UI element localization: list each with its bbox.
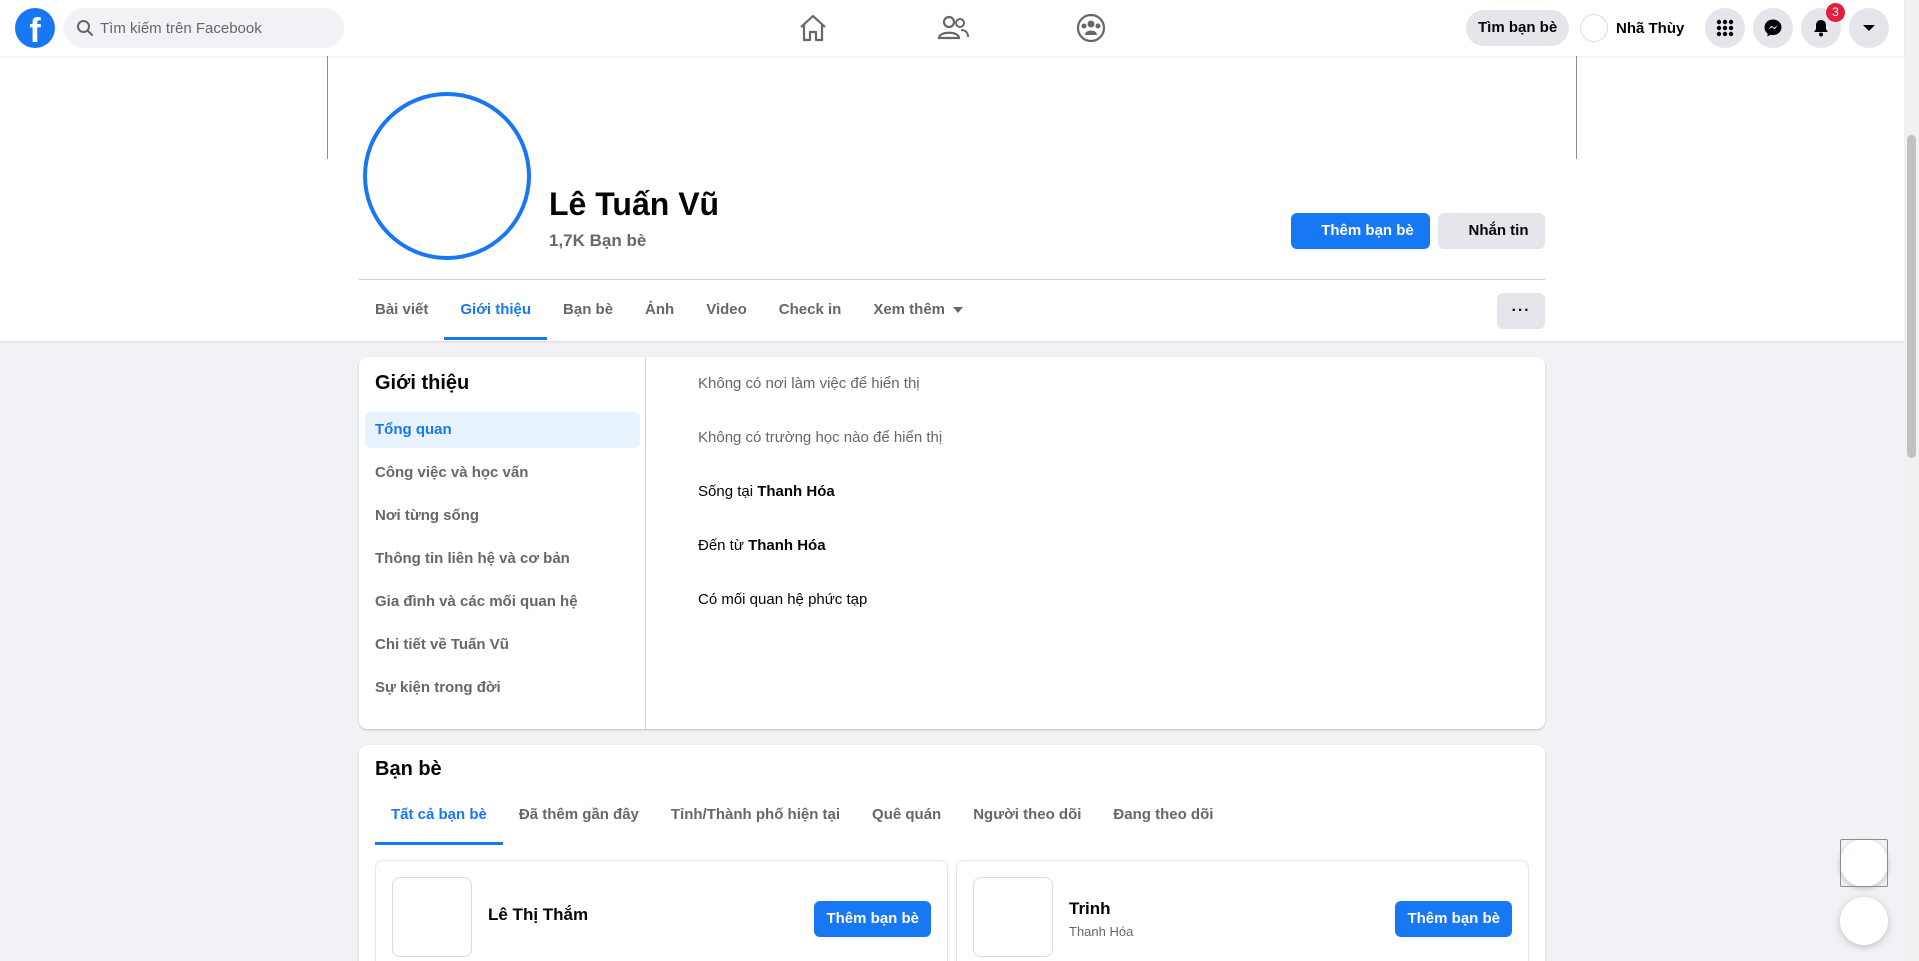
friend-location: Thanh Hóa [1069, 924, 1134, 939]
friends-tabs: Tất cả bạn bè Đã thêm gần đây Tỉnh/Thành… [375, 789, 1229, 849]
lives-in-place[interactable]: Thanh Hóa [757, 483, 835, 500]
tab-photos[interactable]: Ảnh [629, 280, 690, 340]
search-icon [77, 20, 93, 36]
about-item-overview[interactable]: Tổng quan [365, 412, 640, 448]
bell-icon [1814, 20, 1828, 37]
notifications-button[interactable]: 3 [1801, 3, 1845, 48]
chat-head[interactable] [1840, 839, 1888, 887]
about-card: Giới thiệu Tổng quan Công việc và học vấ… [359, 357, 1545, 729]
friend-photo[interactable] [392, 877, 472, 957]
user-name: Nhã Thùy [1616, 19, 1685, 37]
chevron-down-icon [1863, 25, 1875, 31]
from-place[interactable]: Thanh Hóa [748, 537, 826, 554]
more-options-button[interactable]: ··· [1497, 293, 1545, 329]
lives-in-row: Sống tại Thanh Hóa [698, 483, 835, 500]
tab-posts[interactable]: Bài viết [359, 280, 444, 340]
tab-current-city[interactable]: Tỉnh/Thành phố hiện tại [655, 789, 856, 849]
friend-count[interactable]: 1,7K Bạn bè [549, 231, 646, 251]
caret-down-icon [953, 307, 964, 313]
new-message-button[interactable] [1840, 897, 1888, 945]
broken-image-icon [1840, 839, 1888, 887]
about-item-contact-basic[interactable]: Thông tin liên hệ và cơ bản [365, 541, 640, 577]
tab-hometown[interactable]: Quê quán [856, 789, 957, 849]
find-friends-button[interactable]: Tìm bạn bè [1466, 10, 1570, 46]
tab-see-more[interactable]: Xem thêm [857, 280, 979, 340]
menu-button[interactable] [1705, 8, 1745, 48]
lives-in-prefix: Sống tại [698, 483, 758, 500]
tab-friends[interactable]: Bạn bè [547, 280, 629, 340]
relationship-text: Có mối quan hệ phức tạp [698, 591, 868, 608]
about-title: Giới thiệu [375, 372, 470, 394]
profile-name: Lê Tuấn Vũ [549, 186, 720, 222]
profile-header: Lê Tuấn Vũ 1,7K Bạn bè Thêm bạn bè Nhắn … [0, 56, 1904, 341]
account-menu-button[interactable] [1849, 8, 1889, 48]
scrollbar-thumb[interactable] [1907, 135, 1916, 458]
list-item: Trinh Thanh Hóa Thêm bạn bè [956, 860, 1529, 961]
about-item-family-relationships[interactable]: Gia đình và các mối quan hệ [365, 584, 640, 620]
profile-tabs: Bài viết Giới thiệu Bạn bè Ảnh Video Che… [359, 280, 979, 340]
about-item-life-events[interactable]: Sự kiện trong đời [365, 670, 640, 706]
add-friend-button[interactable]: Thêm bạn bè [1291, 213, 1430, 249]
list-item: Lê Thị Thắm Thêm bạn bè [375, 860, 948, 961]
search-input[interactable] [100, 8, 336, 48]
home-icon[interactable] [796, 11, 830, 45]
avatar [1580, 14, 1608, 42]
tab-videos[interactable]: Video [690, 280, 763, 340]
friend-name[interactable]: Trinh [1069, 899, 1111, 919]
groups-icon[interactable] [1074, 11, 1108, 45]
message-button[interactable]: Nhắn tin [1438, 213, 1545, 249]
about-sidebar: Giới thiệu Tổng quan Công việc và học vấ… [359, 357, 646, 729]
friends-card: Bạn bè Tất cả bạn bè Đã thêm gần đây Tỉn… [359, 745, 1545, 961]
tab-following[interactable]: Đang theo dõi [1097, 789, 1229, 849]
grid-menu-icon [1716, 19, 1734, 37]
scrollbar[interactable] [1904, 0, 1919, 961]
friends-title[interactable]: Bạn bè [375, 758, 442, 781]
about-item-work-education[interactable]: Công việc và học vấn [365, 455, 640, 491]
notification-badge: 3 [1826, 3, 1845, 22]
messenger-icon [1764, 19, 1782, 37]
about-item-places-lived[interactable]: Nơi từng sống [365, 498, 640, 534]
tab-about[interactable]: Giới thiệu [444, 280, 547, 340]
friend-name[interactable]: Lê Thị Thắm [488, 905, 588, 925]
facebook-logo[interactable]: f [15, 8, 55, 48]
friend-photo[interactable] [973, 877, 1053, 957]
profile-picture[interactable] [363, 92, 531, 260]
tab-see-more-label: Xem thêm [873, 301, 946, 318]
tab-all-friends[interactable]: Tất cả bạn bè [375, 789, 503, 849]
add-friend-button[interactable]: Thêm bạn bè [814, 901, 931, 937]
from-prefix: Đến từ [698, 537, 749, 554]
about-item-details[interactable]: Chi tiết về Tuấn Vũ [365, 627, 640, 663]
tab-recently-added[interactable]: Đã thêm gần đây [503, 789, 655, 849]
tab-checkins[interactable]: Check in [763, 280, 858, 340]
no-school-text: Không có trường học nào để hiển thị [698, 429, 943, 446]
from-row: Đến từ Thanh Hóa [698, 537, 826, 554]
add-friend-button[interactable]: Thêm bạn bè [1395, 901, 1512, 937]
no-work-text: Không có nơi làm việc để hiển thị [698, 375, 920, 392]
profile-shortcut[interactable]: Nhã Thùy [1580, 12, 1684, 44]
friends-icon[interactable] [936, 11, 970, 45]
top-navigation-bar: f Tìm bạn bè Nhã Thùy [0, 0, 1904, 56]
tab-followers[interactable]: Người theo dõi [957, 789, 1097, 849]
messenger-button[interactable] [1753, 8, 1793, 48]
search-box[interactable] [64, 8, 344, 48]
